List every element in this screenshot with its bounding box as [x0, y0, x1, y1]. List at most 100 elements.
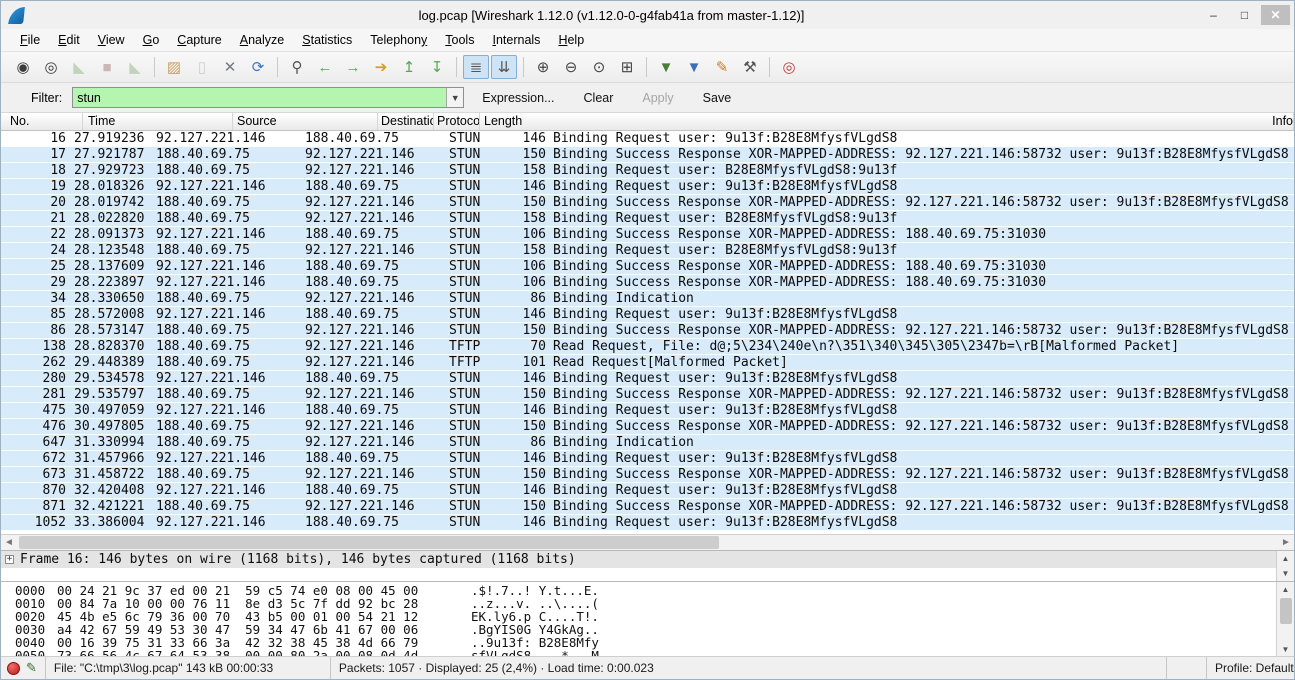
toolbar-save-file-button[interactable]: ▯ — [189, 55, 215, 79]
toolbar-zoom-in-button[interactable]: ⊕ — [530, 55, 556, 79]
toolbar-preferences-button[interactable]: ⚒ — [737, 55, 763, 79]
column-header[interactable]: Time — [83, 113, 233, 130]
toolbar-zoom-reset-button[interactable]: ⊙ — [586, 55, 612, 79]
toolbar-go-back-button[interactable]: ← — [312, 55, 338, 79]
hex-scrollbar-thumb[interactable] — [1280, 598, 1292, 624]
packet-row[interactable]: 673 31.458722 188.40.69.75 92.127.221.14… — [1, 467, 1294, 483]
save-button[interactable]: Save — [692, 87, 743, 109]
column-header[interactable]: Source — [233, 113, 378, 130]
packet-row[interactable]: 672 31.457966 92.127.221.146 188.40.69.7… — [1, 451, 1294, 467]
packet-row[interactable]: 20 28.019742 188.40.69.75 92.127.221.146… — [1, 195, 1294, 211]
packet-row[interactable]: 281 29.535797 188.40.69.75 92.127.221.14… — [1, 387, 1294, 403]
toolbar-restart-capture-button[interactable]: ◣ — [122, 55, 148, 79]
toolbar-close-file-button[interactable]: ✕ — [217, 55, 243, 79]
packet-row[interactable]: 870 32.420408 92.127.221.146 188.40.69.7… — [1, 483, 1294, 499]
toolbar-help-button[interactable]: ◎ — [776, 55, 802, 79]
toolbar-go-to-top-button[interactable]: ↥ — [396, 55, 422, 79]
packet-length: 146 — [502, 403, 548, 418]
packet-row[interactable]: 17 27.921787 188.40.69.75 92.127.221.146… — [1, 147, 1294, 163]
toolbar-list-interfaces-button[interactable]: ◉ — [10, 55, 36, 79]
toolbar-colorize-toggle[interactable]: ≣ — [463, 55, 489, 79]
filter-dropdown-button[interactable]: ▼ — [446, 88, 463, 107]
menu-item[interactable]: Edit — [49, 30, 89, 50]
scroll-up-icon[interactable]: ▲ — [1277, 551, 1294, 566]
packet-source: 92.127.221.146 — [151, 275, 301, 290]
packet-row[interactable]: 34 28.330650 188.40.69.75 92.127.221.146… — [1, 291, 1294, 307]
toolbar-coloring-rules-button[interactable]: ✎ — [709, 55, 735, 79]
expression-button[interactable]: Expression... — [471, 87, 565, 109]
apply-button[interactable]: Apply — [631, 87, 684, 109]
toolbar-resize-columns-button[interactable]: ⊞ — [614, 55, 640, 79]
packet-row[interactable]: 1052 33.386004 92.127.221.146 188.40.69.… — [1, 515, 1294, 531]
menu-item[interactable]: Analyze — [231, 30, 293, 50]
packet-row[interactable]: 18 27.929723 188.40.69.75 92.127.221.146… — [1, 163, 1294, 179]
horizontal-scrollbar-thumb[interactable] — [19, 536, 719, 549]
packet-row[interactable]: 476 30.497805 188.40.69.75 92.127.221.14… — [1, 419, 1294, 435]
frame-summary-row[interactable]: + Frame 16: 146 bytes on wire (1168 bits… — [1, 551, 1276, 568]
packet-length: 106 — [502, 259, 548, 274]
toolbar-go-to-packet-button[interactable]: ➔ — [368, 55, 394, 79]
scroll-right-icon[interactable]: ► — [1278, 535, 1294, 550]
menu-item[interactable]: Capture — [168, 30, 230, 50]
packet-row[interactable]: 475 30.497059 92.127.221.146 188.40.69.7… — [1, 403, 1294, 419]
column-header[interactable]: Protocol — [434, 113, 480, 130]
close-button[interactable]: ✕ — [1261, 5, 1290, 25]
minimize-button[interactable]: – — [1199, 5, 1228, 25]
hex-row[interactable]: 0050 73 66 56 4c 67 64 53 38 00 00 80 2a… — [1, 649, 1276, 656]
menu-item[interactable]: Go — [134, 30, 169, 50]
column-header[interactable]: Length — [480, 113, 1263, 130]
menu-item[interactable]: Statistics — [293, 30, 361, 50]
column-header[interactable]: No. — [1, 113, 83, 130]
toolbar-find-packet-button[interactable]: ⚲ — [284, 55, 310, 79]
packet-row[interactable]: 29 28.223897 92.127.221.146 188.40.69.75… — [1, 275, 1294, 291]
toolbar-reload-button[interactable]: ⟳ — [245, 55, 271, 79]
packet-row[interactable]: 21 28.022820 188.40.69.75 92.127.221.146… — [1, 211, 1294, 227]
menu-item[interactable]: Help — [549, 30, 593, 50]
packet-row[interactable]: 871 32.421221 188.40.69.75 92.127.221.14… — [1, 499, 1294, 515]
packet-row[interactable]: 16 27.919236 92.127.221.146 188.40.69.75… — [1, 131, 1294, 147]
packet-row[interactable]: 19 28.018326 92.127.221.146 188.40.69.75… — [1, 179, 1294, 195]
scroll-up-icon[interactable]: ▲ — [1277, 582, 1294, 596]
scroll-down-icon[interactable]: ▼ — [1277, 566, 1294, 581]
toolbar-autoscroll-toggle[interactable]: ⇊ — [491, 55, 517, 79]
scroll-left-icon[interactable]: ◄ — [1, 535, 17, 550]
toolbar-stop-capture-button[interactable]: ■ — [94, 55, 120, 79]
status-profile[interactable]: Profile: Default — [1206, 657, 1294, 679]
toolbar-open-file-button[interactable]: ▨ — [161, 55, 187, 79]
packet-info: Read Request[Malformed Packet] — [548, 355, 1294, 370]
horizontal-scrollbar: ◄ ► — [1, 534, 1294, 551]
packet-row[interactable]: 138 28.828370 188.40.69.75 92.127.221.14… — [1, 339, 1294, 355]
packet-row[interactable]: 647 31.330994 188.40.69.75 92.127.221.14… — [1, 435, 1294, 451]
packet-time: 31.457966 — [69, 451, 151, 466]
menu-item[interactable]: Internals — [483, 30, 549, 50]
toolbar-go-to-bottom-button[interactable]: ↧ — [424, 55, 450, 79]
maximize-button[interactable]: □ — [1230, 5, 1259, 25]
capture-comment-icon[interactable]: ✎ — [26, 660, 37, 676]
toolbar-capture-filters-button[interactable]: ▼ — [653, 55, 679, 79]
packet-row[interactable]: 262 29.448389 188.40.69.75 92.127.221.14… — [1, 355, 1294, 371]
toolbar-go-forward-button[interactable]: → — [340, 55, 366, 79]
toolbar-capture-options-button[interactable]: ◎ — [38, 55, 64, 79]
window-title: log.pcap [Wireshark 1.12.0 (v1.12.0-0-g4… — [24, 8, 1199, 23]
toolbar-display-filters-button[interactable]: ▼ — [681, 55, 707, 79]
expert-info-icon[interactable] — [7, 662, 20, 675]
column-header[interactable]: Destination — [378, 113, 434, 130]
packet-row[interactable]: 25 28.137609 92.127.221.146 188.40.69.75… — [1, 259, 1294, 275]
packet-row[interactable]: 85 28.572008 92.127.221.146 188.40.69.75… — [1, 307, 1294, 323]
menu-item[interactable]: Telephony — [361, 30, 436, 50]
packet-row[interactable]: 24 28.123548 188.40.69.75 92.127.221.146… — [1, 243, 1294, 259]
packet-row[interactable]: 280 29.534578 92.127.221.146 188.40.69.7… — [1, 371, 1294, 387]
menu-item[interactable]: View — [89, 30, 134, 50]
toolbar-separator — [277, 57, 278, 77]
toolbar-zoom-out-button[interactable]: ⊖ — [558, 55, 584, 79]
menu-item[interactable]: File — [11, 30, 49, 50]
packet-row[interactable]: 22 28.091373 92.127.221.146 188.40.69.75… — [1, 227, 1294, 243]
clear-button[interactable]: Clear — [573, 87, 625, 109]
packet-row[interactable]: 86 28.573147 188.40.69.75 92.127.221.146… — [1, 323, 1294, 339]
expander-icon[interactable]: + — [5, 555, 14, 564]
menu-item[interactable]: Tools — [436, 30, 483, 50]
filter-input[interactable] — [73, 88, 446, 107]
toolbar-start-capture-button[interactable]: ◣ — [66, 55, 92, 79]
column-header[interactable]: Info — [1263, 113, 1294, 130]
scroll-down-icon[interactable]: ▼ — [1277, 642, 1294, 656]
